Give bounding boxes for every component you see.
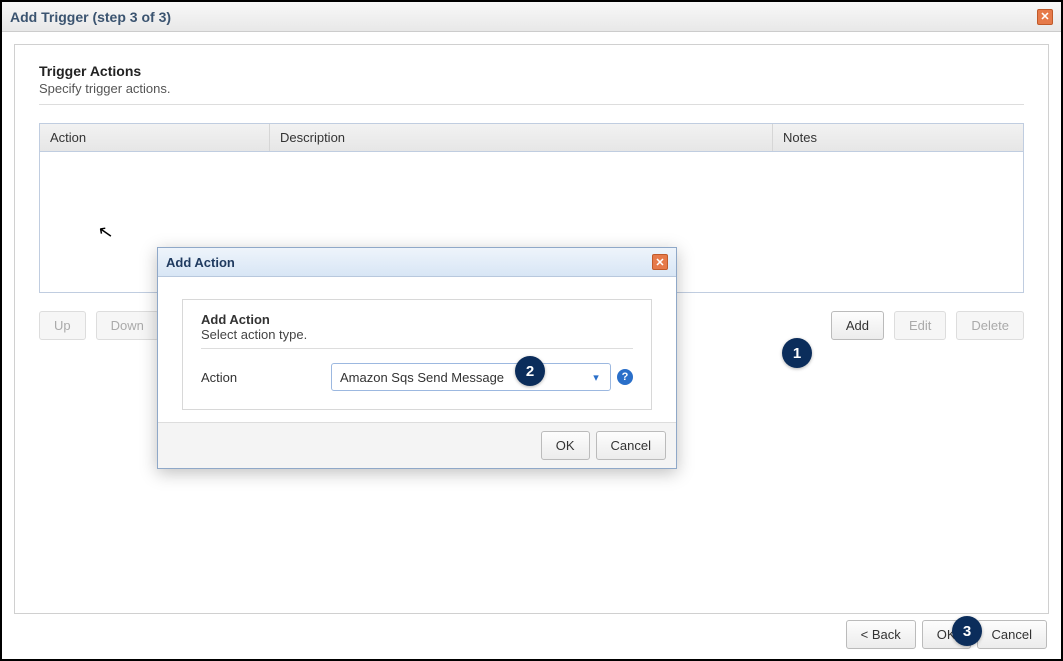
- help-icon[interactable]: ?: [617, 369, 633, 385]
- table-header-row: Action Description Notes: [40, 124, 1023, 152]
- section-title: Trigger Actions: [39, 63, 1024, 79]
- content-area: Trigger Actions Specify trigger actions.…: [2, 32, 1061, 659]
- add-button[interactable]: Add: [831, 311, 884, 340]
- action-field-label: Action: [201, 370, 311, 385]
- annotation-badge-2: 2: [515, 356, 545, 386]
- action-form-row: Action Amazon Sqs Send Message ▾ ?: [201, 363, 633, 391]
- modal-body: Add Action Select action type. Action Am…: [158, 277, 676, 422]
- divider: [39, 104, 1024, 105]
- cancel-button[interactable]: Cancel: [977, 620, 1047, 649]
- add-action-modal: Add Action ✕ Add Action Select action ty…: [157, 247, 677, 469]
- window-title: Add Trigger (step 3 of 3): [10, 9, 171, 25]
- col-notes: Notes: [773, 124, 1023, 151]
- action-select[interactable]: Amazon Sqs Send Message ▾: [331, 363, 611, 391]
- action-select-value: Amazon Sqs Send Message: [340, 370, 504, 385]
- modal-title: Add Action: [166, 255, 235, 270]
- add-trigger-window: Add Trigger (step 3 of 3) ✕ Trigger Acti…: [0, 0, 1063, 661]
- col-action: Action: [40, 124, 270, 151]
- col-description: Description: [270, 124, 773, 151]
- divider: [201, 348, 633, 349]
- section-subtitle: Specify trigger actions.: [39, 81, 1024, 96]
- modal-close-icon[interactable]: ✕: [652, 254, 668, 270]
- modal-ok-button[interactable]: OK: [541, 431, 590, 460]
- chevron-down-icon: ▾: [588, 369, 604, 385]
- modal-inner-title: Add Action: [201, 312, 633, 327]
- up-button[interactable]: Up: [39, 311, 86, 340]
- close-icon[interactable]: ✕: [1037, 9, 1053, 25]
- wizard-footer: < Back OK Cancel: [846, 620, 1047, 649]
- modal-inner-subtitle: Select action type.: [201, 327, 633, 342]
- window-titlebar: Add Trigger (step 3 of 3) ✕: [2, 2, 1061, 32]
- modal-inner-panel: Add Action Select action type. Action Am…: [182, 299, 652, 410]
- modal-header: Add Action ✕: [158, 248, 676, 277]
- edit-button[interactable]: Edit: [894, 311, 946, 340]
- annotation-badge-3: 3: [952, 616, 982, 646]
- delete-button[interactable]: Delete: [956, 311, 1024, 340]
- down-button[interactable]: Down: [96, 311, 159, 340]
- modal-cancel-button[interactable]: Cancel: [596, 431, 666, 460]
- annotation-badge-1: 1: [782, 338, 812, 368]
- modal-footer: OK Cancel: [158, 422, 676, 468]
- back-button[interactable]: < Back: [846, 620, 916, 649]
